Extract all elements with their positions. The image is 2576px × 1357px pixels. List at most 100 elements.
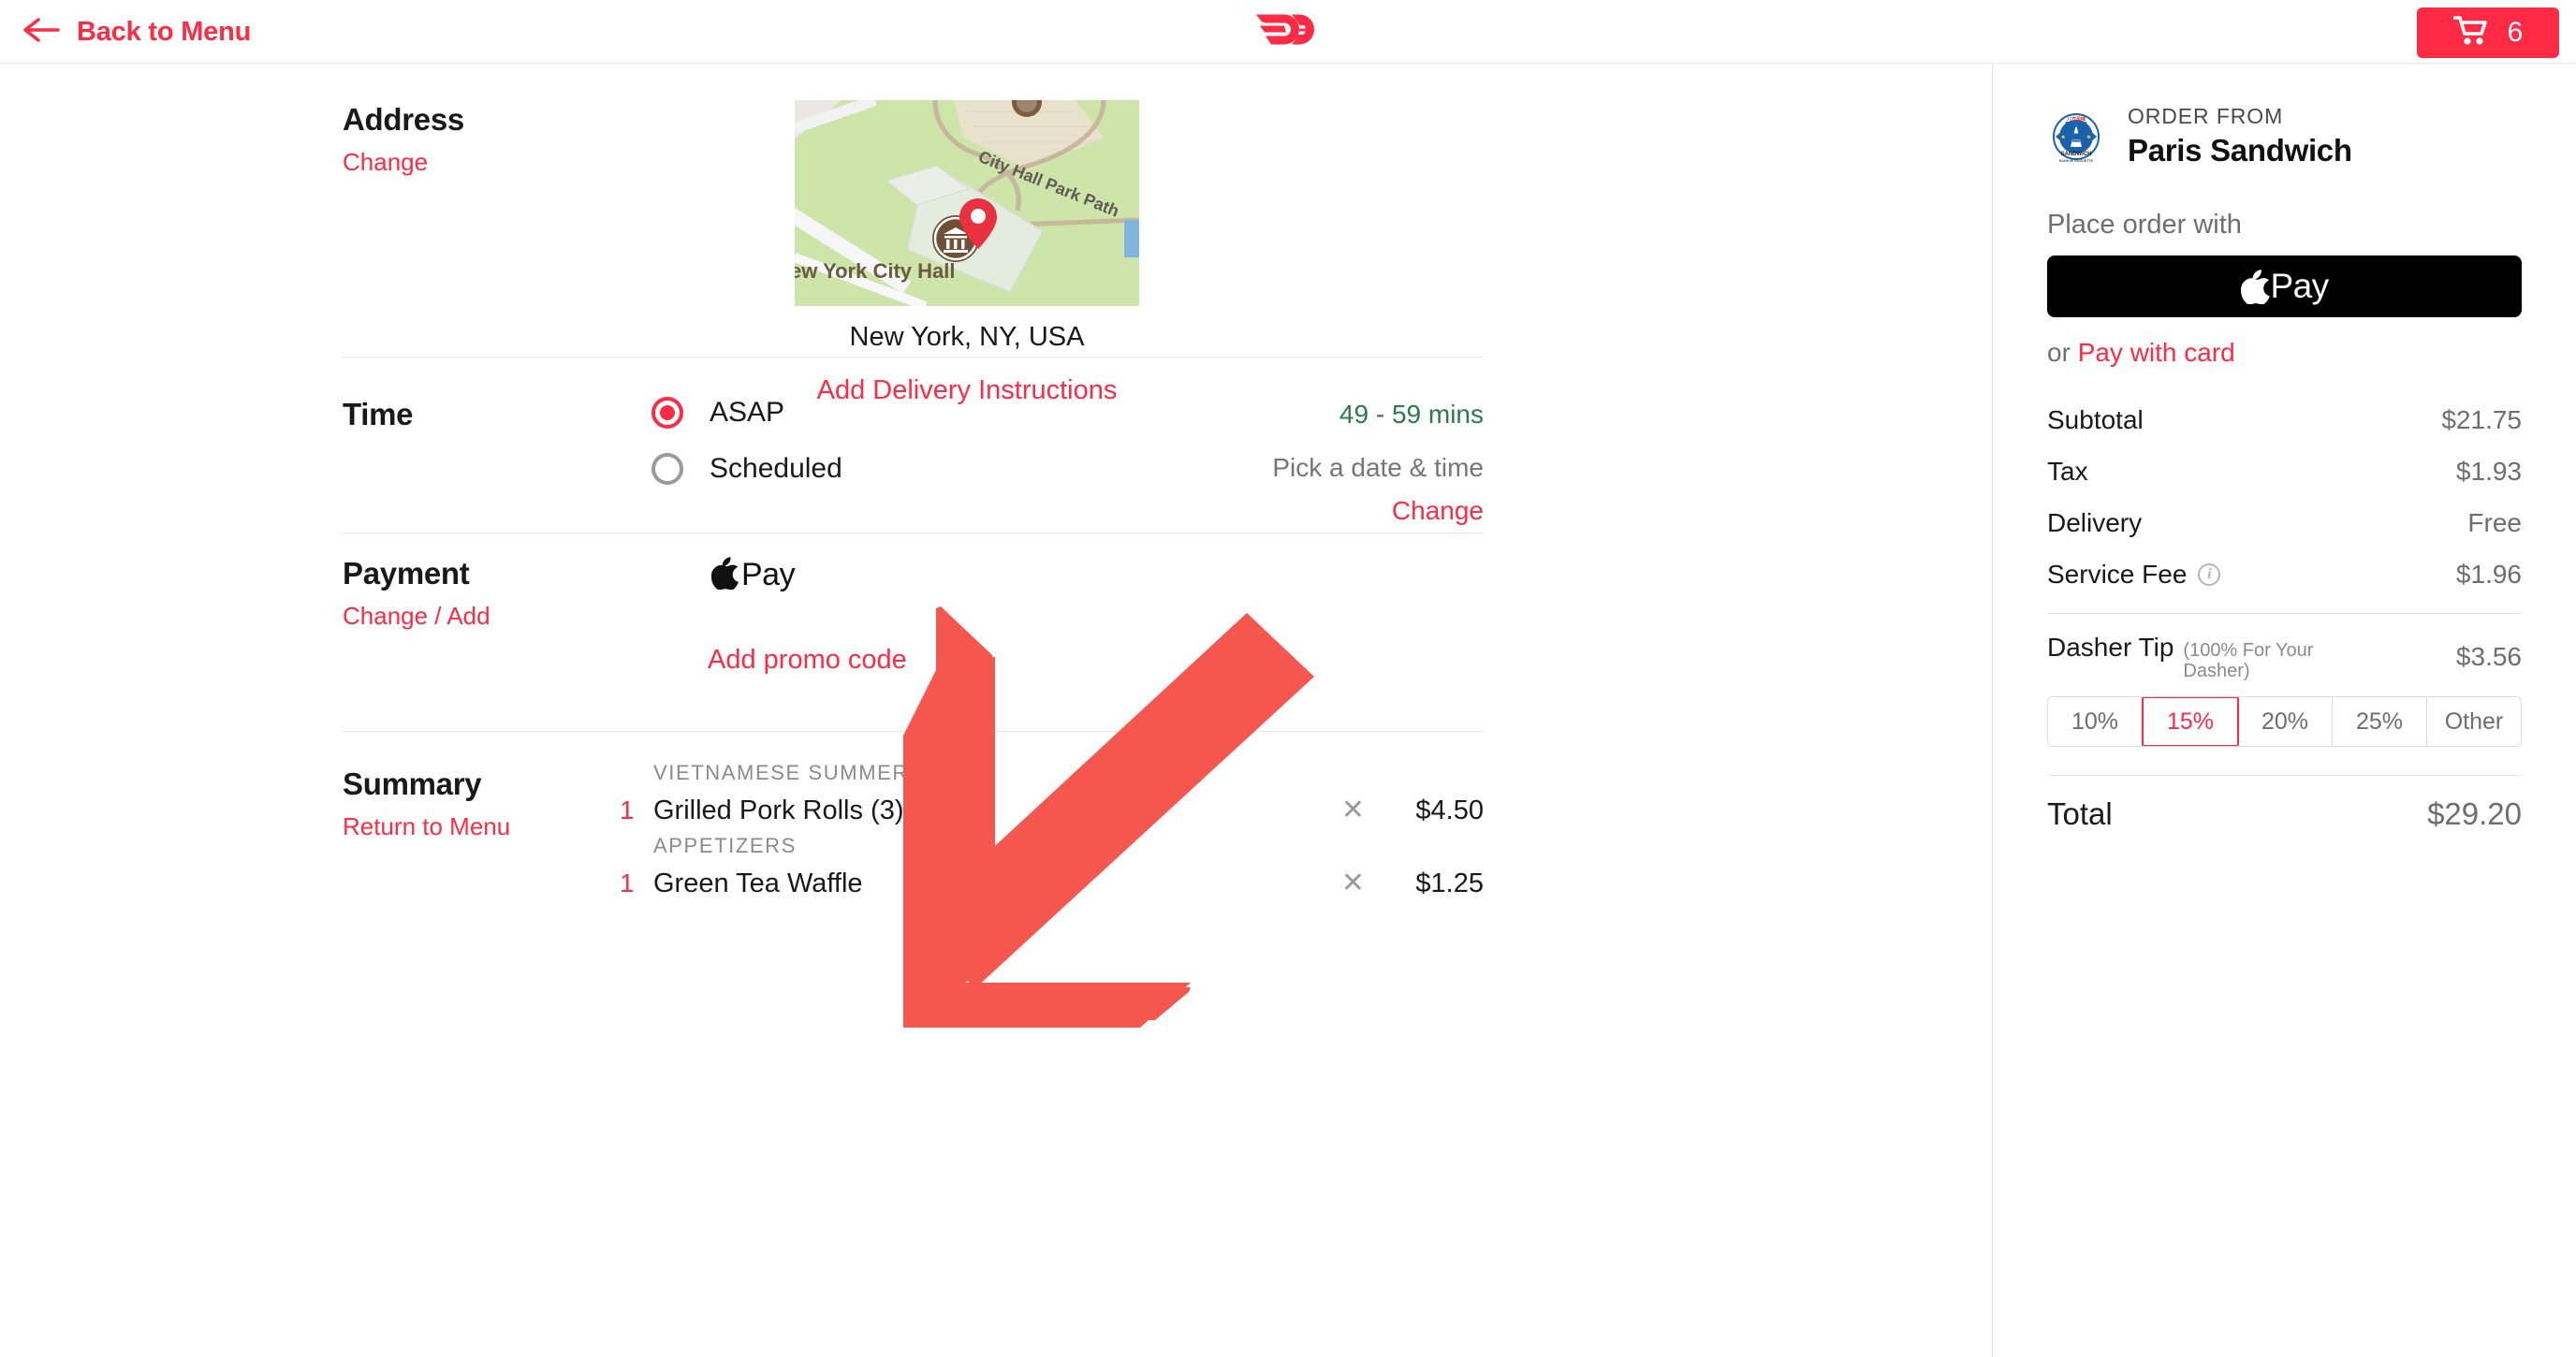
charge-row-tax: Tax $1.93: [2047, 445, 2522, 497]
charge-value: $1.96: [2455, 559, 2522, 589]
summary-section-header: Summary Return to Menu: [343, 766, 651, 841]
summary-section: Summary Return to Menu VIETNAMESE SUMMER…: [343, 761, 1484, 954]
apple-logo-icon: [2240, 269, 2271, 304]
shopping-cart-icon: [2452, 15, 2489, 51]
time-eta: 49 - 59 mins: [1339, 400, 1484, 429]
return-to-menu-link[interactable]: Return to Menu: [343, 812, 651, 841]
back-to-menu-link[interactable]: Back to Menu: [22, 0, 251, 64]
divider-charges-tip: [2047, 613, 2522, 614]
charge-label: Delivery: [2047, 507, 2143, 537]
address-map[interactable]: City Hall Park Path ew York City Hall: [795, 100, 1139, 306]
tip-option-15[interactable]: 15%: [2142, 697, 2239, 746]
item-quantity: 1: [620, 868, 635, 897]
store-header: PARIS 八方风味 SANDWICH BANH MI BAGUETTE ORD…: [2047, 65, 2522, 168]
dasher-tip-row: Dasher Tip (100% For Your Dasher) $3.56: [2047, 627, 2522, 687]
store-name: Paris Sandwich: [2128, 133, 2352, 168]
item-price: $1.25: [1415, 868, 1484, 898]
payment-title: Payment: [343, 556, 470, 591]
apple-pay-button-label: Pay: [2270, 267, 2330, 305]
list-item: VIETNAMESE SUMMER ROLL 1 Grilled Pork Ro…: [620, 761, 1484, 826]
radio-asap[interactable]: [651, 397, 683, 429]
tip-option-other[interactable]: Other: [2427, 697, 2521, 746]
paris-sandwich-logo: PARIS 八方风味 SANDWICH BANH MI BAGUETTE: [2047, 108, 2105, 166]
address-change-link[interactable]: Change: [343, 148, 651, 177]
time-option-scheduled[interactable]: Scheduled: [651, 453, 842, 485]
charge-value: $21.75: [2441, 404, 2522, 434]
time-section: Time ASAP 49 - 59 mins Scheduled Pick a …: [343, 397, 1484, 537]
charge-row-delivery: Delivery Free: [2047, 497, 2522, 548]
cart-button[interactable]: 6: [2417, 7, 2559, 58]
apple-logo-icon: [710, 556, 739, 594]
svg-text:八方风味: 八方风味: [2066, 116, 2086, 123]
apple-pay-button[interactable]: Pay: [2047, 255, 2522, 317]
pay-with-card-row: or Pay with card: [2047, 338, 2522, 368]
back-to-menu-label: Back to Menu: [77, 16, 252, 47]
divider-payment-summary: [343, 731, 1484, 732]
dasher-tip-options: 10% 15% 20% 25% Other: [2047, 696, 2522, 747]
tip-option-10[interactable]: 10%: [2048, 697, 2143, 746]
item-category: APPETIZERS: [653, 834, 797, 857]
dasher-tip-value: $3.56: [2455, 642, 2522, 671]
time-title: Time: [343, 397, 414, 431]
charge-row-service-fee: Service Fee i $1.96: [2047, 548, 2522, 600]
dasher-tip-note: (100% For Your Dasher): [2183, 639, 2314, 681]
doordash-logo[interactable]: [1254, 6, 1322, 57]
payment-method-apple-pay: Pay: [710, 556, 796, 594]
total-row: Total $29.20: [2047, 796, 2522, 832]
time-option-asap[interactable]: ASAP: [651, 397, 784, 429]
time-option-scheduled-label: Scheduled: [710, 453, 842, 484]
dasher-tip-label-group: Dasher Tip (100% For Your Dasher): [2047, 633, 2347, 682]
or-label: or: [2047, 338, 2071, 367]
total-label: Total: [2047, 796, 2113, 831]
item-price: $4.50: [1415, 795, 1484, 825]
close-x-icon[interactable]: ✕: [1341, 794, 1365, 826]
item-quantity: 1: [620, 795, 635, 824]
payment-change-add-link[interactable]: Change / Add: [343, 602, 651, 631]
charge-label: Service Fee: [2047, 559, 2188, 589]
item-name: Grilled Pork Rolls (3): [653, 795, 904, 825]
divider-tip-total: [2047, 775, 2522, 776]
time-change-link[interactable]: Change: [1392, 496, 1484, 526]
total-value: $29.20: [2427, 796, 2522, 831]
charge-value: $1.93: [2455, 456, 2522, 486]
info-icon[interactable]: i: [2198, 562, 2221, 586]
time-pick-label: Pick a date & time: [1272, 453, 1484, 482]
dasher-tip-label: Dasher Tip: [2047, 632, 2174, 662]
svg-text:BANH MI BAGUETTE: BANH MI BAGUETTE: [2059, 159, 2094, 163]
charge-label: Subtotal: [2047, 404, 2144, 434]
table-row: 1 Grilled Pork Rolls (3) ✕ $4.50: [620, 794, 1484, 826]
address-section-header: Address Change: [343, 102, 651, 177]
place-order-label: Place order with: [2047, 210, 2242, 240]
item-name: Green Tea Waffle: [653, 868, 863, 898]
table-row: 1 Green Tea Waffle ✕ $1.25: [620, 867, 1484, 899]
payment-method-label: Pay: [741, 557, 796, 592]
add-promo-code-link[interactable]: Add promo code: [708, 645, 907, 676]
checkout-main-column: Address Change City Hall Park Path ew Yo…: [0, 65, 1992, 1357]
close-x-icon[interactable]: ✕: [1341, 867, 1365, 899]
time-option-asap-label: ASAP: [710, 397, 785, 428]
arrow-left-icon: [22, 16, 60, 49]
time-section-header: Time: [343, 397, 651, 432]
order-from-label: ORDER FROM: [2128, 104, 2284, 128]
payment-section-header: Payment Change / Add: [343, 556, 651, 631]
charges-list: Subtotal $21.75 Tax $1.93 Delivery Free …: [2047, 394, 2522, 600]
item-category: VIETNAMESE SUMMER ROLL: [653, 761, 976, 784]
payment-section: Payment Change / Add Pay Add promo code: [343, 556, 1484, 701]
pay-with-card-link[interactable]: Pay with card: [2078, 338, 2235, 367]
radio-scheduled[interactable]: [651, 453, 683, 485]
cart-count: 6: [2507, 17, 2524, 48]
svg-text:SANDWICH: SANDWICH: [2061, 152, 2092, 157]
charge-label-wrap: Service Fee i: [2047, 559, 2221, 590]
address-value: New York, NY, USA: [849, 322, 1085, 352]
summary-title: Summary: [343, 766, 482, 801]
tip-option-25[interactable]: 25%: [2333, 697, 2427, 746]
address-title: Address: [343, 102, 464, 137]
app-header: Back to Menu 6: [0, 0, 2576, 64]
address-section: Address Change City Hall Park Path ew Yo…: [343, 100, 1484, 405]
tip-option-20[interactable]: 20%: [2238, 697, 2333, 746]
charge-row-subtotal: Subtotal $21.75: [2047, 394, 2522, 445]
order-sidebar: PARIS 八方风味 SANDWICH BANH MI BAGUETTE ORD…: [1992, 65, 2576, 1357]
map-label-city-hall: ew York City Hall: [795, 259, 955, 283]
store-header-text: ORDER FROM Paris Sandwich: [2128, 104, 2352, 168]
charge-value: Free: [2467, 507, 2522, 537]
